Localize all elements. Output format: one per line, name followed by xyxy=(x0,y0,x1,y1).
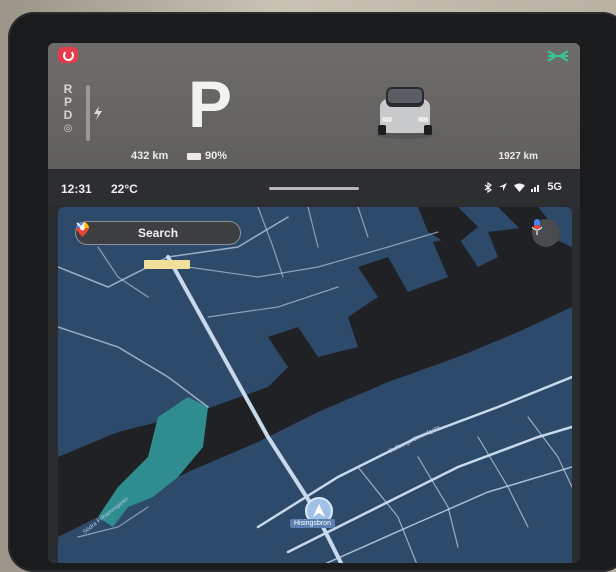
clock: 12:31 xyxy=(61,182,92,196)
navigation-map[interactable]: Gullbergs Strandgata Södra Frihamnspiren… xyxy=(58,207,572,563)
current-gear: P xyxy=(188,67,233,141)
wifi-icon xyxy=(514,183,526,192)
car-icon xyxy=(377,87,433,139)
navigation-arrow-icon xyxy=(313,504,325,517)
charging-bolt-icon xyxy=(94,106,102,120)
range-readout: 432 km xyxy=(131,150,169,162)
voice-search-button[interactable] xyxy=(532,219,560,247)
headlights-icon xyxy=(547,50,569,62)
network-type: 5G xyxy=(547,181,562,193)
odometer: 1927 km xyxy=(498,151,538,162)
place-label[interactable]: Hisingsbron xyxy=(290,519,335,528)
street-highlight xyxy=(144,260,190,269)
search-label: Search xyxy=(138,226,179,240)
steering-wheel-icon: ◎ xyxy=(63,123,73,134)
harbor-water xyxy=(418,207,478,247)
battery-level: 90% xyxy=(205,150,228,162)
alert-icon[interactable] xyxy=(58,47,78,63)
bluetooth-icon xyxy=(484,181,493,193)
microphone-icon xyxy=(532,219,542,235)
gear-d: D xyxy=(63,108,73,122)
status-bar: 12:31 22°C 5G xyxy=(48,171,580,205)
drag-handle[interactable] xyxy=(269,187,359,190)
chevron-down-icon[interactable] xyxy=(76,222,86,229)
outside-temperature[interactable]: 22°C xyxy=(111,182,138,196)
gear-selector: R P D ◎ xyxy=(61,83,75,135)
battery-icon xyxy=(187,153,201,160)
screen: R P D ◎ P 432 km 90% 1927 km 12:31 22°C xyxy=(48,43,580,563)
location-arrow-icon xyxy=(499,183,508,191)
search-bar[interactable]: Search xyxy=(75,221,241,245)
signal-icon xyxy=(531,184,540,192)
status-icons: 5G xyxy=(484,181,562,193)
gear-slider xyxy=(86,85,90,141)
driver-panel: R P D ◎ P 432 km 90% 1927 km xyxy=(48,43,580,169)
